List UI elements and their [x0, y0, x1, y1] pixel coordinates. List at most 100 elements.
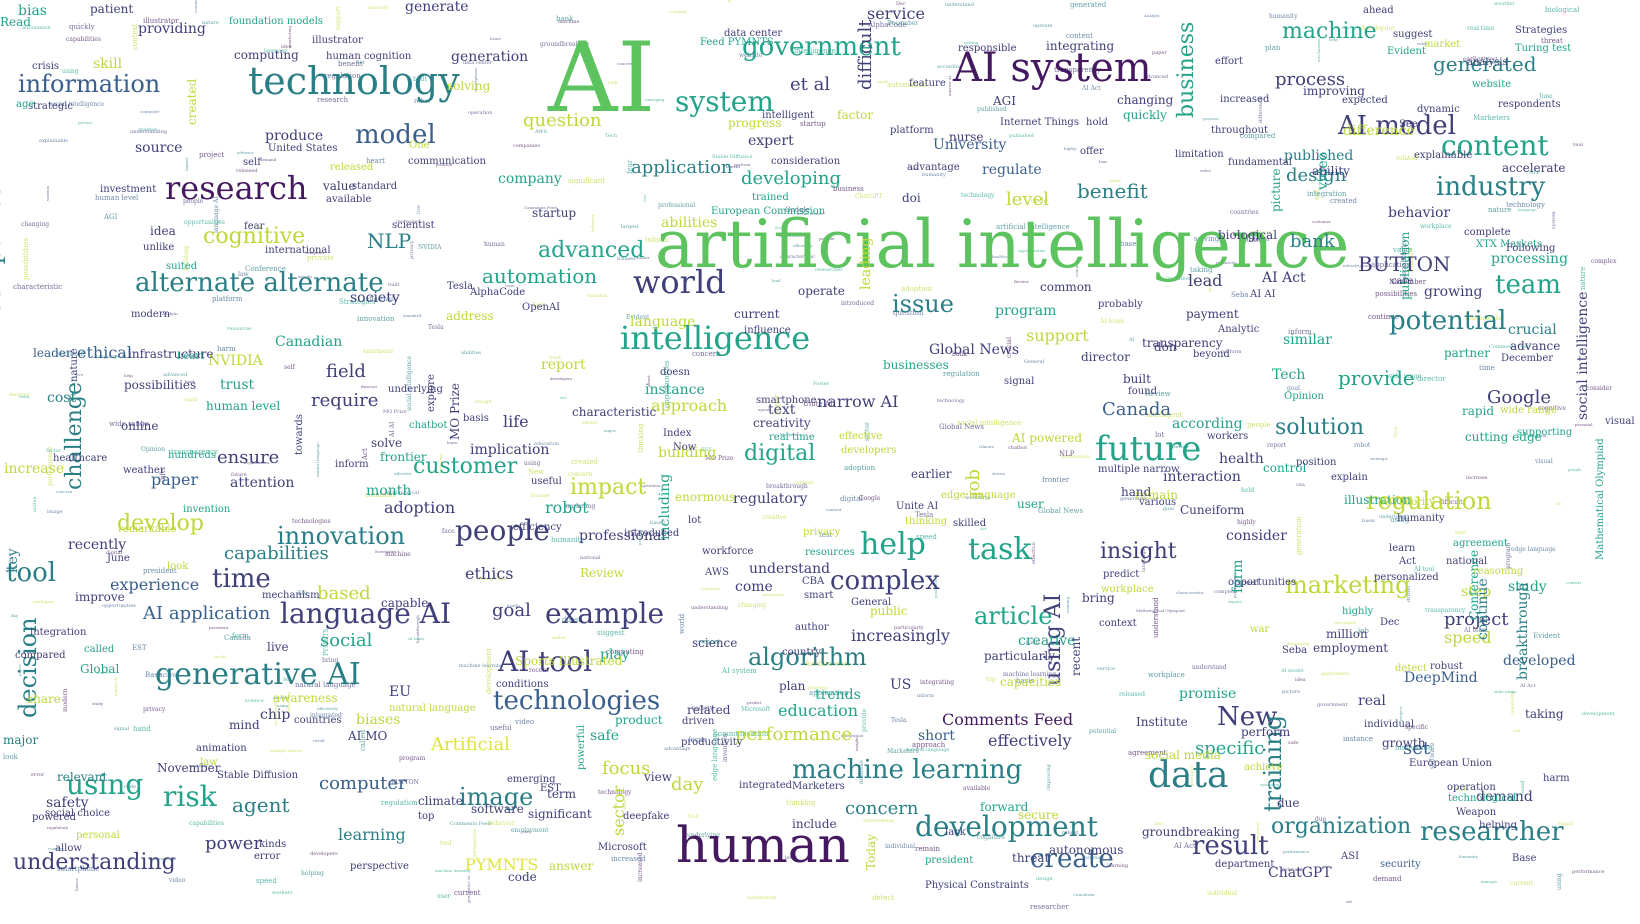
filler-word: insight — [854, 737, 859, 751]
word-growth: growth — [1382, 736, 1426, 750]
word-look: look — [167, 561, 189, 572]
word-cost: cost — [47, 390, 77, 406]
word-reasoning: reasoning — [1473, 566, 1524, 577]
word-advantage: advantage — [907, 162, 960, 173]
word-marketers: Marketers — [792, 781, 845, 792]
word-effective: effective — [839, 431, 883, 442]
word-ethics: ethics — [465, 564, 514, 583]
filler-word: workers — [272, 890, 293, 896]
word-providing: providing — [138, 21, 206, 37]
filler-word: predict — [747, 700, 762, 705]
filler-word: modern — [62, 688, 69, 712]
word-increased: increased — [1220, 94, 1270, 105]
filler-word: useful — [490, 724, 512, 732]
filler-word: increase — [1466, 475, 1488, 481]
word-war: war — [1250, 624, 1270, 635]
word-complex: complex — [830, 566, 940, 596]
word-consider: consider — [1226, 528, 1287, 544]
word-turing-test: Turing test — [1515, 43, 1572, 54]
filler-word: characteristic — [13, 283, 63, 291]
word-global: Global — [80, 662, 120, 676]
filler-word: director — [361, 384, 378, 389]
word-artificial: Artificial — [431, 734, 510, 755]
word-answer: answer — [549, 859, 594, 873]
word-intelligent: intelligent — [762, 110, 814, 121]
word-expert: expert — [748, 133, 794, 149]
word-december: December — [1501, 353, 1554, 364]
filler-word: climate — [979, 444, 994, 449]
filler-word: time — [1479, 364, 1495, 372]
filler-word: remain — [915, 845, 941, 853]
word-explain: explain — [1331, 472, 1368, 483]
filler-word: Mathematical Olympiad — [1136, 608, 1185, 613]
word-performance: performance — [735, 724, 853, 745]
filler-word: visual — [1535, 458, 1553, 465]
word-general: General — [851, 597, 892, 608]
filler-word: people — [1247, 421, 1271, 429]
word-conditions: conditions — [496, 679, 549, 690]
word-evident: Evident — [1387, 46, 1426, 57]
word-visual: visual — [1605, 416, 1635, 427]
filler-word: Google — [859, 495, 881, 502]
filler-word: regulation — [943, 370, 980, 378]
filler-word: released — [1119, 691, 1145, 698]
word-now: Now — [673, 442, 697, 453]
filler-word: possibilities — [22, 237, 30, 280]
word-highly: highly — [1342, 606, 1374, 617]
word-life: life — [503, 412, 529, 431]
word-machine: machine — [1282, 19, 1377, 44]
word-weapon: Weapon — [1456, 807, 1497, 818]
word-kinds: kinds — [259, 839, 287, 850]
word-mo-prize: MO Prize — [448, 382, 462, 440]
filler-word: application — [1321, 671, 1350, 677]
filler-word: Tesla — [891, 717, 907, 724]
word-animation: animation — [196, 743, 247, 754]
word-company: company — [498, 171, 562, 187]
word-supporting: supporting — [1517, 427, 1573, 438]
filler-word: nature — [1579, 266, 1587, 291]
word-analytic: Analytic — [1218, 324, 1260, 335]
word-enormous: enormous — [675, 490, 736, 504]
filler-word: understand — [945, 2, 974, 8]
word-system: system — [675, 85, 774, 118]
word-doi: doi — [902, 191, 921, 205]
word-hold: hold — [1086, 117, 1109, 128]
filler-word: built — [388, 282, 400, 288]
filler-word: Marketers — [1473, 114, 1510, 122]
filler-word: companies — [513, 143, 541, 149]
word-adoption: adoption — [384, 498, 456, 517]
word-asi: ASI — [1341, 851, 1360, 862]
word-behavior: behavior — [1388, 205, 1451, 221]
filler-word: perform — [734, 162, 751, 167]
word-chatbot: chatbot — [409, 420, 448, 431]
filler-word: content — [826, 507, 842, 512]
word-developed: developed — [1503, 653, 1576, 669]
filler-word: helping — [301, 870, 324, 877]
filler-word: sector — [582, 420, 598, 426]
word-organization: organization — [1271, 814, 1412, 839]
filler-word: biases — [74, 878, 79, 891]
word-edge-language: edge language — [941, 490, 1016, 501]
filler-word: humanity — [922, 172, 946, 178]
filler-word: top — [986, 676, 996, 683]
filler-word: generated — [1070, 1, 1107, 9]
word-ai-powered: AI powered — [1012, 431, 1083, 445]
word-review: Review — [580, 566, 625, 580]
word-personal: personal — [76, 830, 120, 841]
filler-word: capabilities — [189, 820, 224, 827]
word-smart: smart — [804, 590, 834, 601]
word-respondents: respondents — [1498, 99, 1561, 110]
word-according: according — [1172, 416, 1243, 432]
filler-word: technology — [961, 192, 995, 199]
filler-word: concern — [56, 489, 73, 494]
word-ai-act: AI Act — [1262, 270, 1306, 286]
word-remarkable: remarkable — [118, 524, 177, 535]
word-read: Read — [0, 15, 31, 29]
filler-word: computer — [140, 109, 160, 114]
word-developers: developers — [841, 445, 897, 456]
filler-word: national — [580, 555, 601, 561]
word-president: president — [925, 855, 974, 866]
word-information: information — [18, 70, 161, 98]
word-include: include — [792, 817, 837, 831]
filler-word: significant — [568, 177, 606, 185]
